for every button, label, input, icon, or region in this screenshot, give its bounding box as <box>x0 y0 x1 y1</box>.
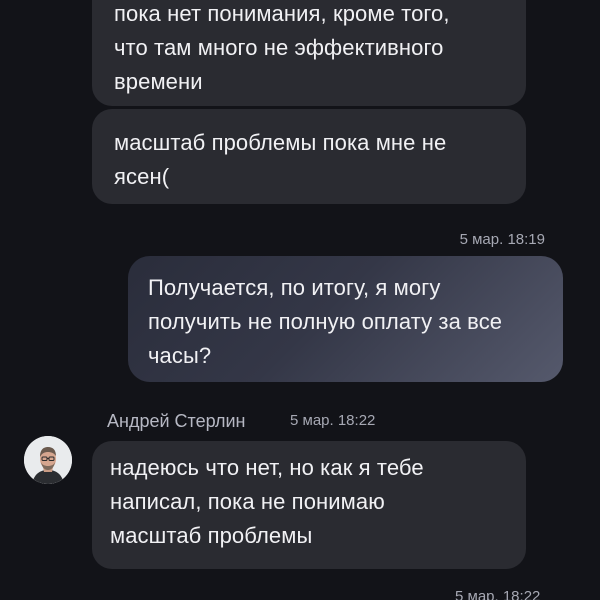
message-timestamp: 5 мар. 18:19 <box>459 231 545 248</box>
avatar[interactable] <box>24 436 72 484</box>
message-bubble[interactable]: масштаб проблемы пока мне не ясен( <box>92 109 526 204</box>
message-text-line: времени <box>114 69 203 94</box>
message-bubble[interactable]: надеюсь что нет, но как я тебе написал, … <box>92 441 526 569</box>
message-text-line: масштаб проблемы <box>110 523 313 548</box>
message-text-line: написал, пока не понимаю <box>110 489 385 514</box>
message-text-line: надеюсь что нет, но как я тебе <box>110 455 424 480</box>
message-text-line: что там много не эффективного <box>114 35 444 60</box>
message-text-line: масштаб проблемы пока мне не <box>114 130 447 155</box>
message-text-line: пока нет понимания, кроме того, <box>114 1 450 26</box>
message-text-line: Получается, по итогу, я могу <box>148 275 441 300</box>
message-text-line: получить не полную оплату за все <box>148 309 503 334</box>
message-timestamp: 5 мар. 18:22 <box>455 588 541 600</box>
outgoing-message-bubble[interactable]: Получается, по итогу, я могу получить не… <box>128 256 563 382</box>
message-bubble[interactable]: пока нет понимания, кроме того, что там … <box>92 0 526 106</box>
sender-name[interactable]: Андрей Стерлин <box>107 410 245 432</box>
chat-thread[interactable]: пока нет понимания, кроме того, что там … <box>0 0 600 600</box>
message-text-line: часы? <box>148 343 212 368</box>
message-timestamp: 5 мар. 18:22 <box>290 412 376 429</box>
user-avatar-photo-icon <box>24 436 72 484</box>
message-text-line: ясен( <box>114 164 170 189</box>
